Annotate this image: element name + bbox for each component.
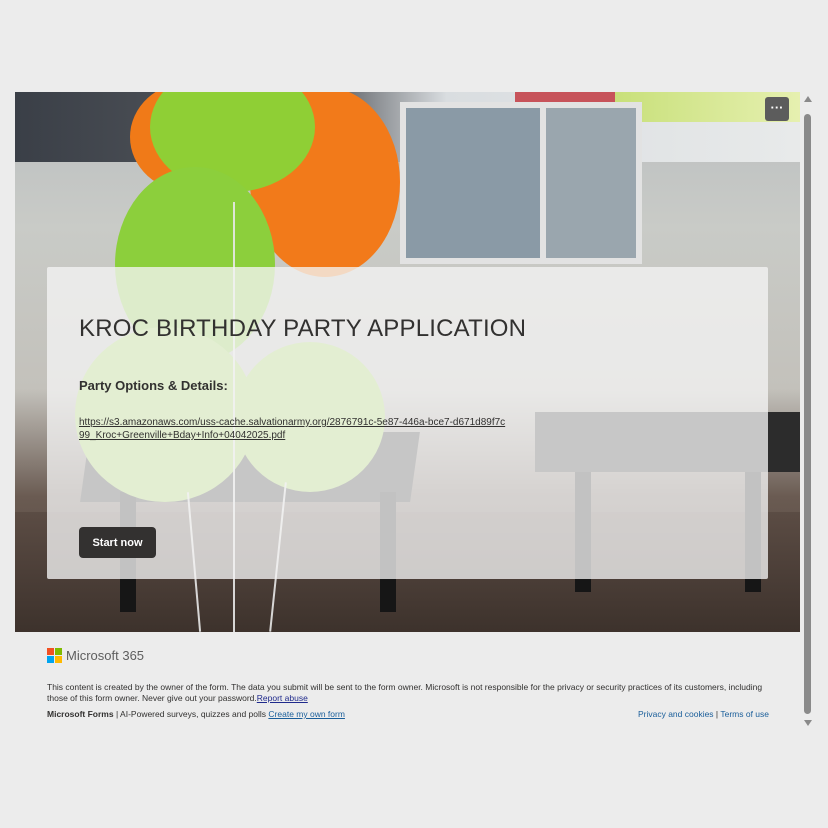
footer-left: Microsoft Forms | AI-Powered surveys, qu…: [47, 709, 345, 719]
footer-right: Privacy and cookies | Terms of use: [638, 709, 769, 719]
party-info-link[interactable]: https://s3.amazonaws.com/uss-cache.salva…: [79, 416, 509, 442]
disclaimer-body: This content is created by the owner of …: [47, 682, 763, 703]
window-decoration: [540, 102, 642, 264]
scroll-down-arrow-icon[interactable]: [804, 720, 812, 726]
form-subtitle: Party Options & Details:: [79, 378, 228, 393]
report-abuse-link[interactable]: Report abuse: [257, 693, 308, 703]
forms-brand: Microsoft Forms: [47, 709, 114, 719]
disclaimer-text: This content is created by the owner of …: [47, 682, 767, 704]
start-now-button[interactable]: Start now: [79, 527, 156, 558]
more-options-button[interactable]: ···: [765, 97, 789, 121]
footer-row: Microsoft Forms | AI-Powered surveys, qu…: [47, 709, 769, 719]
window-decoration: [400, 102, 552, 264]
form-intro-card: KROC BIRTHDAY PARTY APPLICATION Party Op…: [47, 267, 768, 579]
microsoft-365-logo: Microsoft 365: [47, 648, 144, 663]
brand-name: Microsoft 365: [66, 648, 145, 663]
scroll-up-arrow-icon[interactable]: [804, 96, 812, 102]
form-title: KROC BIRTHDAY PARTY APPLICATION: [79, 315, 527, 342]
microsoft-logo-icon: [47, 648, 62, 663]
forms-tagline: | AI-Powered surveys, quizzes and polls: [113, 709, 269, 719]
terms-link[interactable]: Terms of use: [720, 709, 769, 719]
scrollbar-thumb[interactable]: [804, 114, 811, 714]
create-form-link[interactable]: Create my own form: [268, 709, 345, 719]
privacy-link[interactable]: Privacy and cookies: [638, 709, 714, 719]
